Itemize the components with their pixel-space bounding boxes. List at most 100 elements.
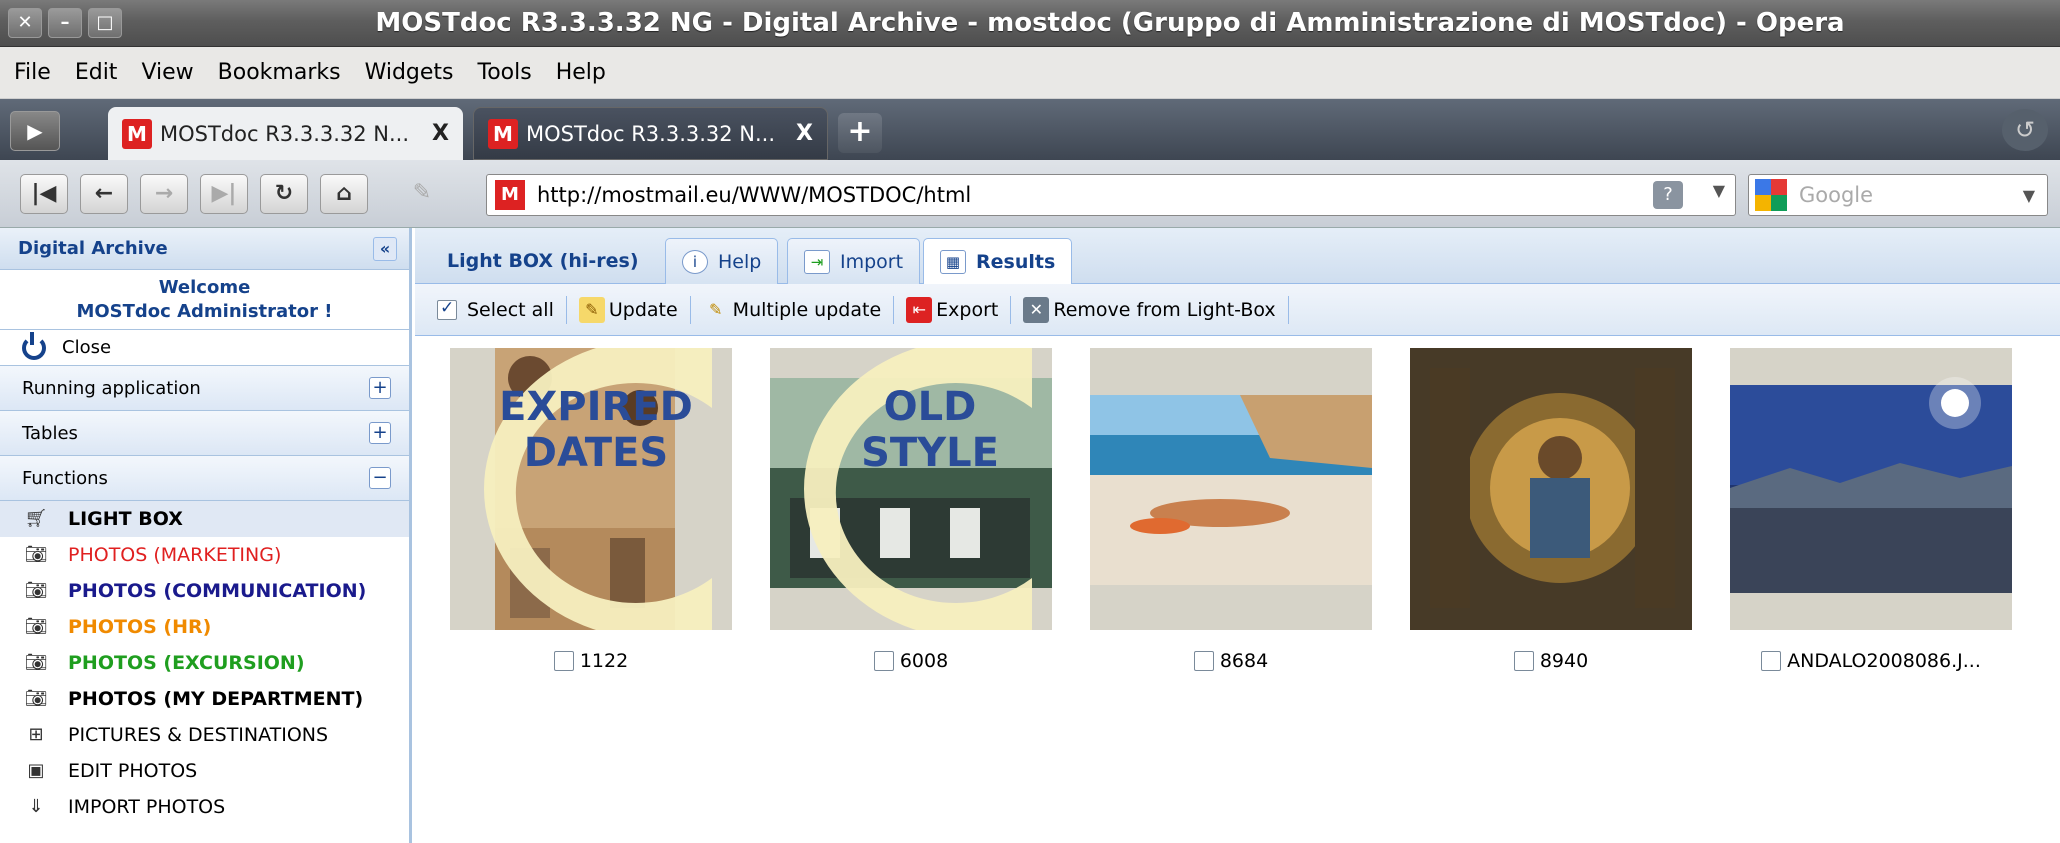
function-label: PHOTOS (MY DEPARTMENT) [68,688,364,710]
collapse-icon[interactable]: − [369,467,391,489]
camera-icon: 📷︎ [24,616,48,637]
browser-tab-1[interactable]: M MOSTdoc R3.3.3.32 N... X [108,107,463,160]
address-bar[interactable]: M http://mostmail.eu/WWW/MOSTDOC/html ? … [486,174,1736,216]
photo-kids-beach: EXPIRED DATES [450,348,732,630]
menu-view[interactable]: View [141,60,193,85]
menu-widgets[interactable]: Widgets [365,60,454,85]
photo-thumbnail[interactable]: OLD STYLE [770,348,1052,630]
function-label: PHOTOS (MARKETING) [68,544,282,566]
remove-from-lightbox-button[interactable]: ✕ Remove from Light-Box [1023,296,1276,323]
window-minimize-icon[interactable]: – [48,8,82,38]
thumbnail-card: ANDALO2008086.J... [1730,348,2012,672]
export-button[interactable]: ⇤ Export [906,296,999,323]
address-url[interactable]: http://mostmail.eu/WWW/MOSTDOC/html [537,183,971,207]
function-item-pictures-destinations[interactable]: ⊞ PICTURES & DESTINATIONS [0,717,409,753]
item-checkbox[interactable] [1193,651,1214,671]
welcome-user: MOSTdoc Administrator ! [76,301,333,322]
section-tables[interactable]: Tables + [0,411,409,456]
wand-icon[interactable]: ✎ [400,174,444,214]
expired-line2: DATES [524,430,668,476]
tab-close-icon[interactable]: X [796,121,813,146]
site-info-icon[interactable]: ? [1653,181,1683,209]
function-label: IMPORT PHOTOS [68,796,226,818]
forward-button[interactable]: → [140,174,188,214]
rewind-button[interactable]: |◀ [20,174,68,214]
window-titlebar: ✕ – □ MOSTdoc R3.3.3.32 NG - Digital Arc… [0,0,2060,47]
function-item-photos-excursion[interactable]: 📷︎ PHOTOS (EXCURSION) [0,645,409,681]
tab-light-box[interactable]: Light BOX (hi-res) [431,238,655,284]
item-checkbox[interactable] [553,651,574,671]
back-button[interactable]: ← [80,174,128,214]
search-dropdown-icon[interactable]: ▼ [2023,186,2035,205]
browser-tab-2[interactable]: M MOSTdoc R3.3.3.32 N... X [473,107,828,160]
menu-file[interactable]: File [14,60,51,85]
function-item-light-box[interactable]: 🛒︎ LIGHT BOX [0,501,409,537]
expand-icon[interactable]: + [369,422,391,444]
tab-label: Import [840,250,904,273]
home-button[interactable]: ⌂ [320,174,368,214]
multiple-update-button[interactable]: ✎ Multiple update [703,297,881,323]
reload-button[interactable]: ↻ [260,174,308,214]
camera-icon: 📷︎ [24,652,48,673]
toolbar-separator [893,295,895,324]
function-item-photos-communication[interactable]: 📷︎ PHOTOS (COMMUNICATION) [0,573,409,609]
closed-tabs-icon[interactable]: ↺ [2002,109,2048,151]
function-label: PHOTOS (COMMUNICATION) [68,580,367,602]
update-button[interactable]: ✎ Update [578,296,678,323]
function-item-photos-marketing[interactable]: 📷︎ PHOTOS (MARKETING) [0,537,409,573]
select-all-checkbox[interactable]: Select all [437,298,554,321]
photo-thumbnail[interactable] [1730,348,2012,630]
item-checkbox[interactable] [1513,651,1534,671]
thumbnail-grid: EXPIRED DATES 1122 OLD STYLE 6008 8684 8… [415,338,2060,843]
menu-bookmarks[interactable]: Bookmarks [218,60,341,85]
section-functions[interactable]: Functions − [0,456,409,501]
item-checkbox[interactable] [873,651,894,671]
photo-thumbnail[interactable] [1410,348,1692,630]
close-link[interactable]: Close [0,330,409,366]
window-maximize-icon[interactable]: □ [88,8,122,38]
expand-icon[interactable]: + [369,377,391,399]
panel-toggle-icon[interactable]: ▶ [10,111,60,151]
tab-import[interactable]: ⇥ Import [787,238,921,284]
item-checkbox[interactable] [1761,651,1782,671]
browser-tabbar: ▶ M MOSTdoc R3.3.3.32 N... X M MOSTdoc R… [0,99,2060,160]
new-tab-button[interactable]: + [838,113,882,153]
digital-archive-sidebar: Digital Archive « Welcome MOSTdoc Admini… [0,228,412,843]
section-label: Functions [22,467,108,489]
menu-help[interactable]: Help [556,60,606,85]
toolbar-separator [1287,295,1289,324]
window-title: MOSTdoc R3.3.3.32 NG - Digital Archive -… [375,8,1845,38]
camera-icon: 📷︎ [24,544,48,565]
remove-icon: ✕ [1023,296,1050,323]
menu-edit[interactable]: Edit [75,60,118,85]
function-item-edit-photos[interactable]: ▣ EDIT PHOTOS [0,753,409,789]
import-icon: ⇥ [804,249,830,274]
photo-thumbnail[interactable] [1090,348,1372,630]
window-close-icon[interactable]: ✕ [8,8,42,38]
item-label: 8940 [1539,650,1589,672]
sidebar-title: Digital Archive [18,238,168,259]
search-field[interactable]: Google ▼ [1748,174,2048,216]
export-label: Export [936,298,999,321]
checkbox[interactable] [437,298,457,320]
function-item-photos-my-department[interactable]: 📷︎ PHOTOS (MY DEPARTMENT) [0,681,409,717]
tab-close-icon[interactable]: X [432,121,449,146]
mostdoc-favicon-icon: M [122,118,152,149]
function-item-import-photos[interactable]: ⇓ IMPORT PHOTOS [0,789,409,825]
collapse-sidebar-icon[interactable]: « [373,237,397,261]
google-icon [1755,179,1787,211]
photo-mountains [1730,348,2012,630]
photo-thumbnail[interactable]: EXPIRED DATES [450,348,732,630]
photo-mosaic [1410,348,1692,630]
fast-forward-button[interactable]: ▶| [200,174,248,214]
function-item-photos-hr[interactable]: 📷︎ PHOTOS (HR) [0,609,409,645]
tab-help[interactable]: i Help [665,238,779,284]
address-dropdown-icon[interactable]: ▼ [1713,181,1725,200]
thumbnail-card: 8684 [1090,348,1372,672]
function-label: EDIT PHOTOS [68,760,198,782]
remove-label: Remove from Light-Box [1053,298,1276,321]
thumbnail-caption: 1122 [450,650,732,672]
section-running-application[interactable]: Running application + [0,366,409,411]
tab-results[interactable]: ▦ Results [923,238,1073,284]
menu-tools[interactable]: Tools [478,60,532,85]
